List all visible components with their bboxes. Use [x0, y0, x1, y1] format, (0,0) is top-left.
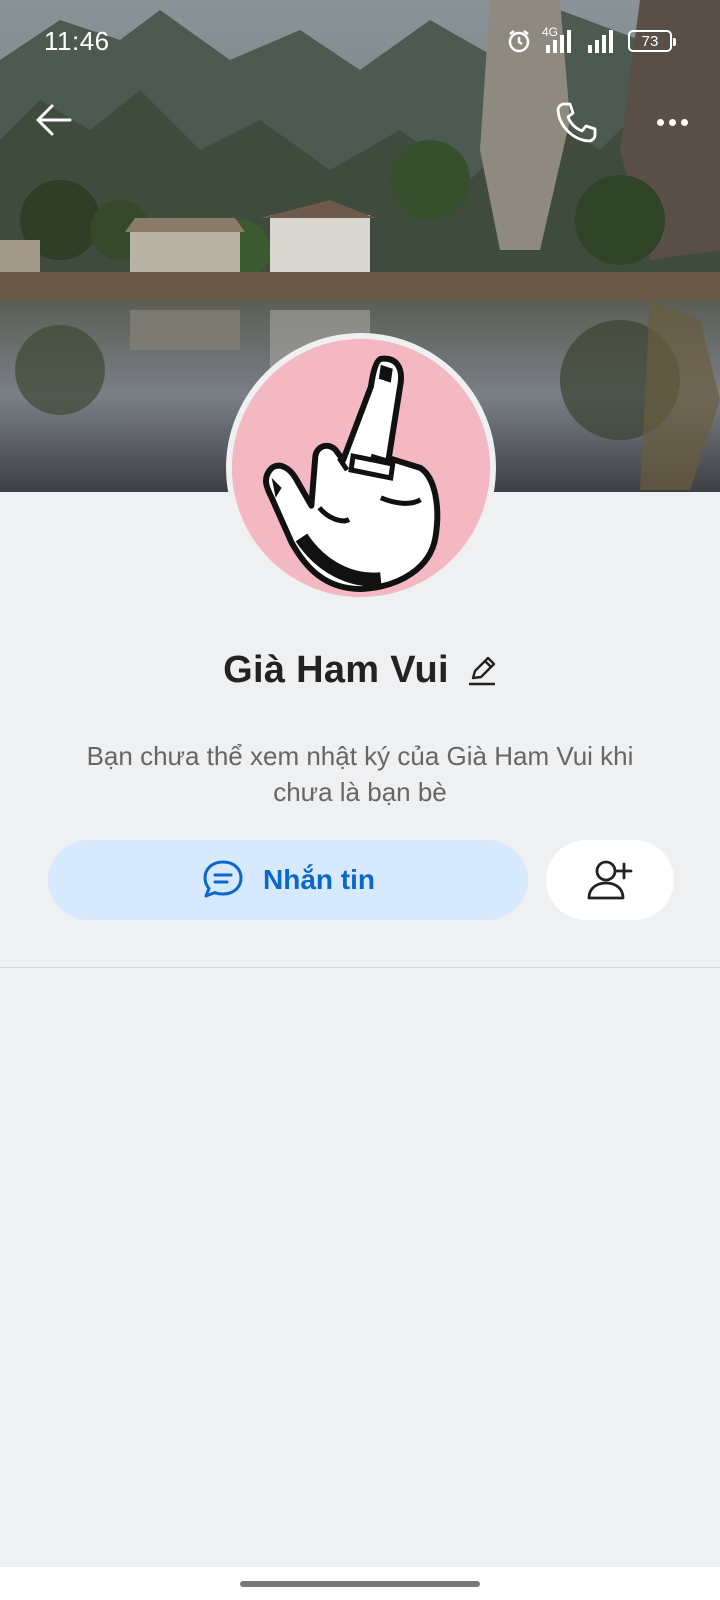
more-horizontal-icon [680, 118, 688, 126]
profile-name-row: Già Ham Vui [0, 640, 720, 700]
message-button-label: Nhắn tin [263, 864, 375, 895]
profile-avatar[interactable] [226, 333, 496, 603]
profile-actions: Nhắn tin [48, 840, 674, 920]
profile-name: Già Ham Vui [223, 648, 449, 691]
status-icons: 4G 73 [506, 25, 676, 54]
call-button[interactable] [554, 100, 598, 144]
more-button[interactable] [650, 104, 694, 140]
chat-bubble-icon [203, 860, 243, 898]
pencil-icon[interactable] [467, 654, 497, 686]
status-bar: 11:46 4G 73 [0, 0, 720, 82]
signal-icon [588, 30, 613, 53]
arrow-left-icon [36, 104, 72, 136]
network-type: 4G [542, 25, 559, 39]
add-friend-button[interactable] [546, 840, 674, 920]
battery-icon: 73 [628, 30, 676, 52]
more-horizontal-icon [656, 118, 664, 126]
home-indicator[interactable] [240, 1581, 480, 1587]
avatar-image [232, 339, 490, 597]
message-button[interactable]: Nhắn tin [48, 840, 528, 920]
more-horizontal-icon [668, 118, 676, 126]
user-plus-icon [587, 860, 633, 900]
watermark-logo [250, 772, 470, 832]
back-button[interactable] [34, 100, 74, 140]
cellular-signal-4g: 4G [542, 25, 576, 53]
alarm-icon [508, 30, 530, 53]
section-divider [0, 967, 720, 968]
battery-level: 73 [641, 32, 659, 50]
phone-icon [556, 102, 597, 143]
status-time: 11:46 [44, 26, 110, 56]
